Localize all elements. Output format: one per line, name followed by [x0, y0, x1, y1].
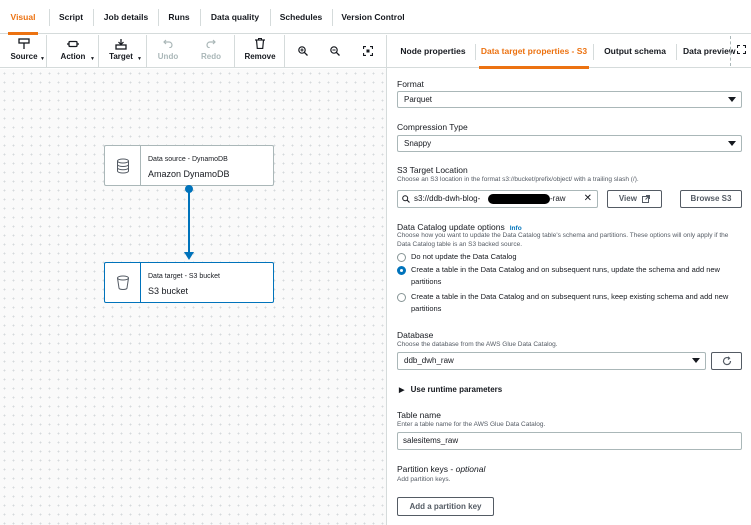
tab-divider	[200, 9, 201, 26]
node-type-label: Data target - S3 bucket	[148, 273, 220, 280]
tab-runs[interactable]: Runs	[164, 0, 194, 34]
redo-button[interactable]: Redo	[197, 35, 225, 68]
chevron-down-icon	[728, 141, 736, 146]
s3-path-suffix: -raw	[550, 194, 566, 203]
runtime-parameters-toggle[interactable]: ▶ Use runtime parameters	[399, 385, 502, 394]
s3-bucket-icon	[105, 263, 141, 302]
source-button[interactable]: Source ▼	[8, 35, 45, 68]
s3-location-input[interactable]: s3://ddb-dwh-blog- -raw ✕	[397, 190, 598, 208]
radio-label: Create a table in the Data Catalog and o…	[411, 265, 720, 286]
remove-button[interactable]: Remove	[243, 35, 277, 68]
partition-keys-description: Add partition keys.	[397, 476, 451, 483]
tab-script[interactable]: Script	[55, 0, 87, 34]
chevron-down-icon: ▼	[40, 56, 45, 62]
radio-update-schema[interactable]	[397, 266, 406, 275]
format-select[interactable]: Parquet	[397, 91, 742, 108]
zoom-in-icon	[294, 35, 312, 56]
dynamodb-icon	[105, 146, 141, 185]
tab-version-control[interactable]: Version Control	[338, 0, 408, 34]
zoom-in-button[interactable]	[294, 35, 312, 68]
zoom-out-button[interactable]	[326, 35, 344, 68]
tab-schedules[interactable]: Schedules	[276, 0, 326, 34]
panel-tab-bar: Node properties Data target properties -…	[387, 35, 751, 69]
chevron-down-icon	[728, 97, 736, 102]
s3-location-label: S3 Target Location	[397, 165, 468, 175]
undo-button[interactable]: Undo	[154, 35, 182, 68]
tab-data-target-properties[interactable]: Data target properties - S3	[479, 35, 589, 69]
add-partition-key-button[interactable]: Add a partition key	[397, 497, 494, 516]
trash-icon	[243, 35, 277, 51]
toolbar-divider	[234, 35, 235, 68]
s3-location-description: Choose an S3 location in the format s3:/…	[397, 176, 639, 183]
tab-data-quality[interactable]: Data quality	[206, 0, 264, 34]
external-link-icon	[639, 194, 651, 203]
chevron-down-icon	[692, 358, 700, 363]
clear-icon[interactable]: ✕	[584, 191, 592, 207]
radio-label: Create a table in the Data Catalog and o…	[411, 292, 729, 313]
tab-job-details[interactable]: Job details	[100, 0, 152, 34]
node-s3-target[interactable]: Data target - S3 bucket S3 bucket	[104, 262, 274, 303]
tab-divider	[49, 9, 50, 26]
tab-divider	[475, 44, 476, 60]
catalog-options-description: Choose how you want to update the Data C…	[397, 232, 729, 248]
refresh-button[interactable]	[711, 352, 742, 370]
expand-panel-button[interactable]	[730, 36, 751, 66]
edge-arrow-icon	[184, 252, 194, 260]
toolbar-divider	[146, 35, 147, 68]
tab-visual[interactable]: Visual	[6, 0, 40, 35]
canvas-toolbar: Source ▼ Action ▼ Target ▼ Undo Redo Rem…	[0, 35, 387, 68]
compression-label: Compression Type	[397, 122, 468, 132]
redo-icon	[197, 35, 225, 51]
table-name-description: Enter a table name for the AWS Glue Data…	[397, 421, 546, 428]
redacted-text	[488, 194, 550, 204]
action-button[interactable]: Action ▼	[56, 35, 95, 68]
tab-divider	[270, 9, 271, 26]
tab-divider	[158, 9, 159, 26]
node-name-label: Amazon DynamoDB	[148, 169, 230, 179]
chevron-down-icon: ▼	[137, 56, 142, 62]
refresh-icon	[722, 356, 732, 366]
action-icon	[56, 35, 90, 51]
tab-divider	[676, 44, 677, 60]
tab-node-properties[interactable]: Node properties	[393, 35, 473, 68]
caret-right-icon: ▶	[399, 387, 405, 394]
database-description: Choose the database from the AWS Glue Da…	[397, 341, 558, 348]
table-name-label: Table name	[397, 410, 441, 420]
node-edge	[188, 188, 190, 254]
compression-select[interactable]: Snappy	[397, 135, 742, 152]
table-name-input[interactable]: salesitems_raw	[397, 432, 742, 450]
search-icon	[402, 191, 410, 207]
fit-to-screen-button[interactable]	[359, 35, 377, 68]
tab-divider	[593, 44, 594, 60]
properties-panel: Format Parquet Compression Type Snappy S…	[387, 69, 751, 525]
node-dynamodb-source[interactable]: Data source - DynamoDB Amazon DynamoDB	[104, 145, 274, 186]
node-name-label: S3 bucket	[148, 286, 189, 296]
radio-keep-schema[interactable]	[397, 293, 406, 302]
database-label: Database	[397, 330, 434, 340]
radio-do-not-update[interactable]	[397, 253, 406, 262]
chevron-down-icon: ▼	[90, 56, 95, 62]
view-button[interactable]: View	[607, 190, 662, 208]
tab-divider	[93, 9, 94, 26]
toolbar-divider	[98, 35, 99, 68]
database-select[interactable]: ddb_dwh_raw	[397, 352, 706, 370]
target-icon	[105, 35, 137, 51]
expand-icon	[736, 41, 746, 59]
format-label: Format	[397, 79, 424, 89]
undo-icon	[154, 35, 182, 51]
partition-keys-label: Partition keys - optional	[397, 464, 486, 474]
top-tab-bar: Visual Script Job details Runs Data qual…	[0, 0, 751, 35]
source-icon	[8, 35, 40, 51]
toolbar-divider	[46, 35, 47, 68]
toolbar-divider	[284, 35, 285, 68]
zoom-out-icon	[326, 35, 344, 56]
browse-s3-button[interactable]: Browse S3	[680, 190, 742, 208]
target-button[interactable]: Target ▼	[105, 35, 142, 68]
radio-label: Do not update the Data Catalog	[411, 252, 517, 261]
tab-output-schema[interactable]: Output schema	[600, 35, 670, 68]
tab-divider	[332, 9, 333, 26]
node-type-label: Data source - DynamoDB	[148, 156, 228, 163]
s3-path-prefix: s3://ddb-dwh-blog-	[414, 194, 481, 203]
fit-screen-icon	[359, 35, 377, 57]
